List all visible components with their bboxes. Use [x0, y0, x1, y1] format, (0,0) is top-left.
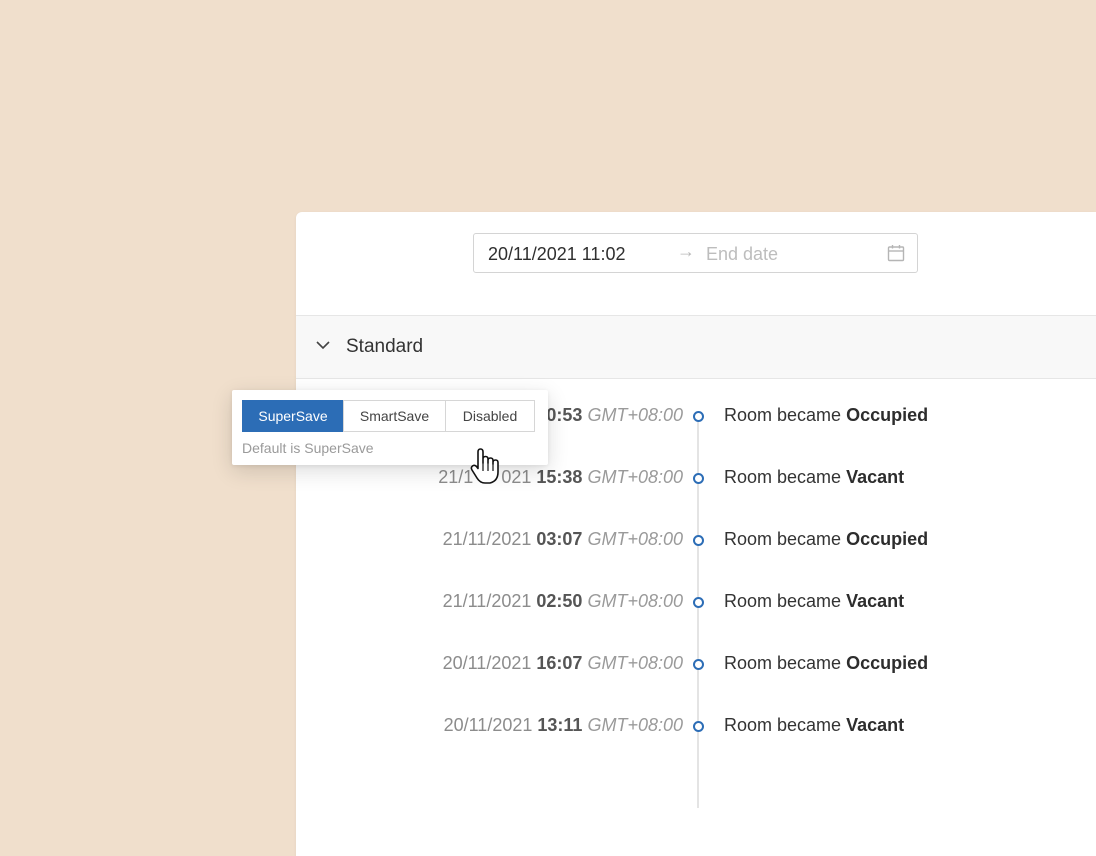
range-arrow-icon: → [677, 241, 695, 261]
timeline-event: 21/11/2021 02:50 GMT+08:00 Room became V… [296, 591, 1096, 615]
event-timestamp: 20/11/2021 13:11 GMT+08:00 [443, 715, 683, 735]
timeline-dot-icon [693, 535, 704, 546]
event-description: Room became Vacant [724, 715, 905, 735]
event-description: Room became Vacant [724, 591, 905, 611]
section-header-standard[interactable]: Standard [296, 315, 1096, 379]
timeline-event: 21/11/2021 03:07 GMT+08:00 Room became O… [296, 529, 1096, 553]
timeline-dot-icon [693, 473, 704, 484]
event-timestamp: 20/11/2021 16:07 GMT+08:00 [442, 653, 683, 673]
mode-option-supersave[interactable]: SuperSave [242, 400, 344, 432]
event-description: Room became Occupied [724, 653, 929, 673]
date-range-picker[interactable]: 20/11/2021 11:02 → End date [473, 233, 918, 273]
timeline-dot-icon [693, 659, 704, 670]
timeline-event: 21/1 021 15:38 GMT+08:00 Room became Vaca… [296, 467, 1096, 491]
hand-cursor-icon [470, 448, 499, 484]
event-timestamp: 0:53 GMT+08:00 [546, 405, 683, 425]
calendar-icon[interactable] [887, 244, 905, 262]
mode-default-hint: Default is SuperSave [242, 440, 374, 456]
event-timestamp: 21/11/2021 02:50 GMT+08:00 [442, 591, 683, 611]
event-description: Room became Occupied [724, 529, 929, 549]
timeline-event: 20/11/2021 13:11 GMT+08:00 Room became V… [296, 715, 1096, 739]
event-description: Room became Vacant [724, 467, 905, 487]
timeline-dot-icon [693, 411, 704, 422]
timeline-dot-icon [693, 721, 704, 732]
start-date-input[interactable]: 20/11/2021 11:02 [488, 244, 625, 265]
mode-option-disabled[interactable]: Disabled [445, 400, 535, 432]
event-description: Room became Occupied [724, 405, 929, 425]
timeline-dot-icon [693, 597, 704, 608]
event-timestamp: 21/11/2021 03:07 GMT+08:00 [442, 529, 683, 549]
mode-segmented-control: SuperSave SmartSave Disabled [242, 400, 535, 432]
chevron-down-icon[interactable] [316, 340, 330, 350]
timeline-event: 20/11/2021 16:07 GMT+08:00 Room became O… [296, 653, 1096, 677]
room-history-panel: 20/11/2021 11:02 → End date Standard 0:5… [296, 212, 1096, 856]
section-title: Standard [346, 336, 424, 357]
mode-option-smartsave[interactable]: SmartSave [343, 400, 446, 432]
end-date-input[interactable]: End date [706, 244, 778, 265]
